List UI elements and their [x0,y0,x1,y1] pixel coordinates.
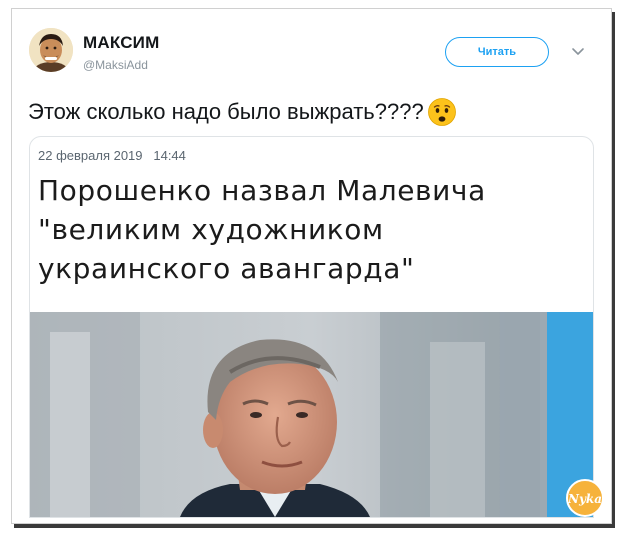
chevron-down-icon[interactable] [570,45,586,59]
avatar-image [29,28,73,72]
tweet-text-content: Этож сколько надо было выжрать???? [28,99,424,124]
tweet-text: Этож сколько надо было выжрать???? [28,97,457,127]
card-date: 22 февраля 2019 14:44 [38,148,186,163]
tweet-screenshot-frame: МАКСИМ @MaksiAdd Читать Этож сколько над… [11,8,612,524]
svg-text:Nyka: Nyka [567,492,602,506]
follow-button[interactable]: Читать [445,37,549,67]
user-avatar[interactable] [29,28,73,72]
card-headline-line: Порошенко назвал Малевича [38,174,486,207]
worried-face-emoji-icon [427,97,457,127]
watermark-logo: Nyka [565,478,605,518]
card-headline: Порошенко назвал Малевича "великим худож… [38,171,583,288]
user-handle[interactable]: @MaksiAdd [83,58,148,72]
card-photo-image [30,312,593,517]
card-headline-line: "великим художником [38,213,384,246]
card-headline-line: украинского авангарда" [38,252,415,285]
link-preview-card[interactable]: 22 февраля 2019 14:44 Порошенко назвал М… [29,136,594,518]
user-display-name[interactable]: МАКСИМ [83,33,159,53]
